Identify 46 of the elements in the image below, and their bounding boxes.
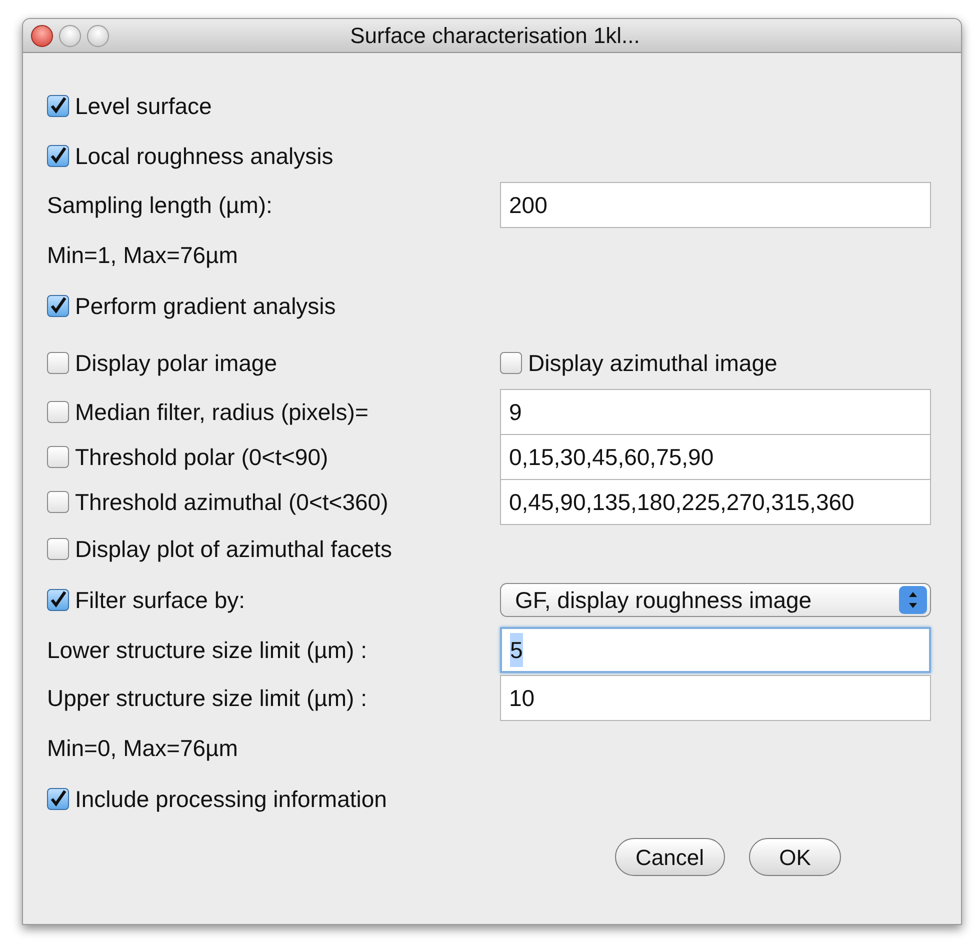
field-label: Upper structure size limit (µm) : [47, 684, 368, 713]
checkbox[interactable] [47, 446, 69, 468]
dialog-button[interactable]: OK [749, 838, 841, 876]
checkmark-icon [49, 147, 67, 165]
range-note: Min=1, Max=76µm [47, 240, 238, 270]
checkbox[interactable] [47, 145, 69, 167]
checkbox-label: Include processing information [75, 784, 387, 814]
checkbox[interactable] [47, 491, 69, 513]
checkbox[interactable] [500, 352, 522, 374]
input-field[interactable]: 9 [500, 389, 931, 435]
checkbox-label: Local roughness analysis [75, 142, 334, 171]
checkbox-label: Threshold azimuthal (0<t<360) [75, 488, 388, 517]
checkmark-icon [49, 97, 67, 115]
zoom-button[interactable] [87, 24, 109, 46]
checkbox-label: Filter surface by: [75, 586, 245, 615]
checkmark-icon [49, 790, 67, 808]
checkmark-icon [49, 297, 67, 315]
dropdown-select[interactable]: GF, display roughness image [500, 583, 931, 617]
input-field[interactable]: 200 [500, 182, 931, 228]
input-field[interactable]: 0,45,90,135,180,225,270,315,360 [500, 479, 931, 525]
checkbox[interactable] [47, 401, 69, 423]
input-field[interactable]: 5 [500, 627, 931, 673]
input-field[interactable]: 0,15,30,45,60,75,90 [500, 434, 931, 480]
window-title: Surface characterisation 1kl... [349, 22, 641, 50]
field-label: Lower structure size limit (µm) : [47, 636, 368, 665]
range-note: Min=0, Max=76µm [47, 734, 238, 763]
checkbox-label: Display plot of azimuthal facets [75, 534, 392, 564]
stepper-arrows-icon [899, 586, 927, 614]
checkbox[interactable] [47, 295, 69, 317]
checkbox-label: Median filter, radius (pixels)= [75, 398, 368, 427]
checkbox[interactable] [47, 538, 69, 560]
checkbox[interactable] [47, 589, 69, 611]
input-field[interactable]: 10 [500, 675, 931, 721]
checkbox-label: Display azimuthal image [528, 348, 778, 378]
checkbox-label: Display polar image [75, 348, 277, 378]
checkbox-label: Threshold polar (0<t<90) [75, 442, 328, 472]
checkbox-label: Level surface [75, 92, 212, 121]
field-label: Sampling length (µm): [47, 190, 274, 220]
checkbox[interactable] [47, 788, 69, 810]
minimize-button[interactable] [59, 24, 81, 46]
checkmark-icon [49, 591, 67, 609]
checkbox[interactable] [47, 352, 69, 374]
close-button[interactable] [31, 24, 53, 46]
dialog-button[interactable]: Cancel [614, 838, 725, 876]
checkbox[interactable] [47, 95, 69, 117]
checkbox-label: Perform gradient analysis [75, 292, 336, 321]
